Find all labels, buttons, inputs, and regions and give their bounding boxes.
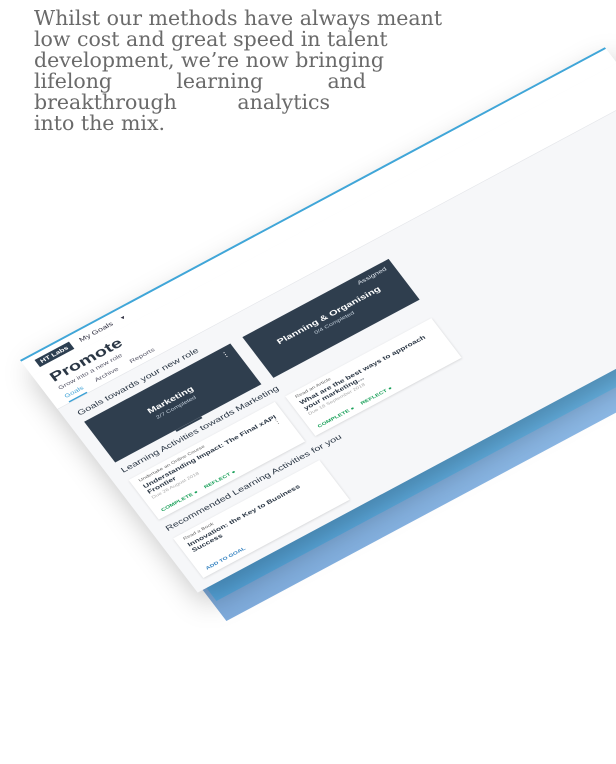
add-to-goal-button[interactable]: ADD TO GOAL xyxy=(205,546,247,571)
check-circle-icon: ● xyxy=(387,385,394,392)
check-circle-icon: ● xyxy=(192,489,200,496)
chevron-down-icon[interactable]: ▾ xyxy=(119,314,126,321)
app-screen: HT Labs My Goals ▾ Promote Grow into a n… xyxy=(20,47,616,593)
check-circle-icon: ● xyxy=(230,469,237,476)
reflect-button[interactable]: REFLECT ● xyxy=(360,386,394,406)
reflect-button[interactable]: REFLECT ● xyxy=(203,469,237,489)
check-circle-icon: ● xyxy=(349,405,356,412)
more-options-icon[interactable]: ⋮ xyxy=(219,350,232,361)
device-mockup: HT Labs My Goals ▾ Promote Grow into a n… xyxy=(0,0,616,764)
